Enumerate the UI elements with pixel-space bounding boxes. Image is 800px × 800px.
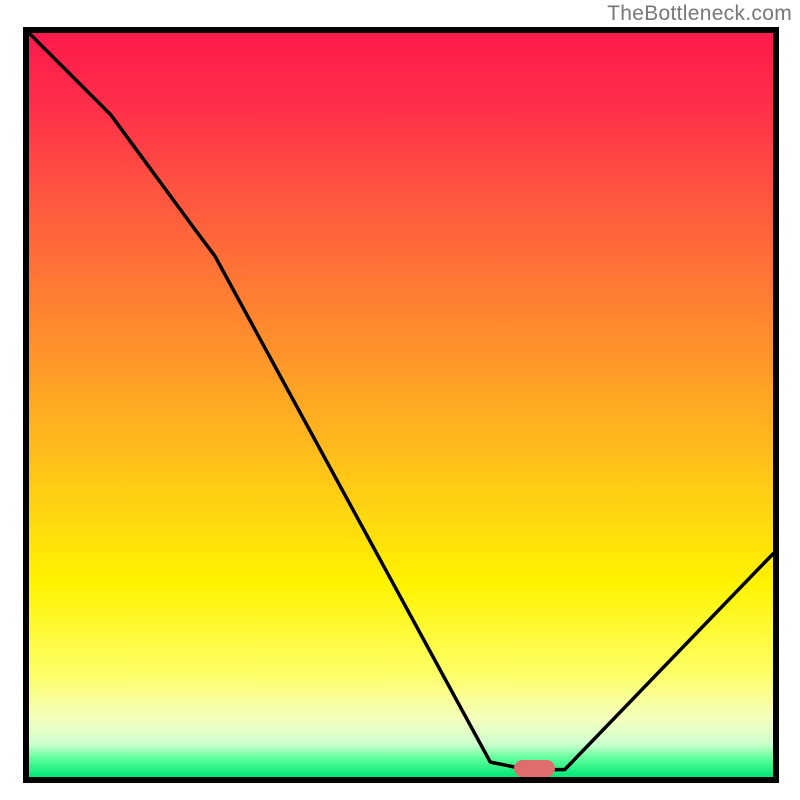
chart-svg: [29, 33, 773, 777]
optimal-marker: [514, 760, 555, 777]
gradient-background: [29, 33, 773, 777]
plot-area: [23, 27, 779, 783]
watermark-text: TheBottleneck.com: [607, 2, 792, 26]
chart-frame: TheBottleneck.com: [0, 0, 800, 800]
